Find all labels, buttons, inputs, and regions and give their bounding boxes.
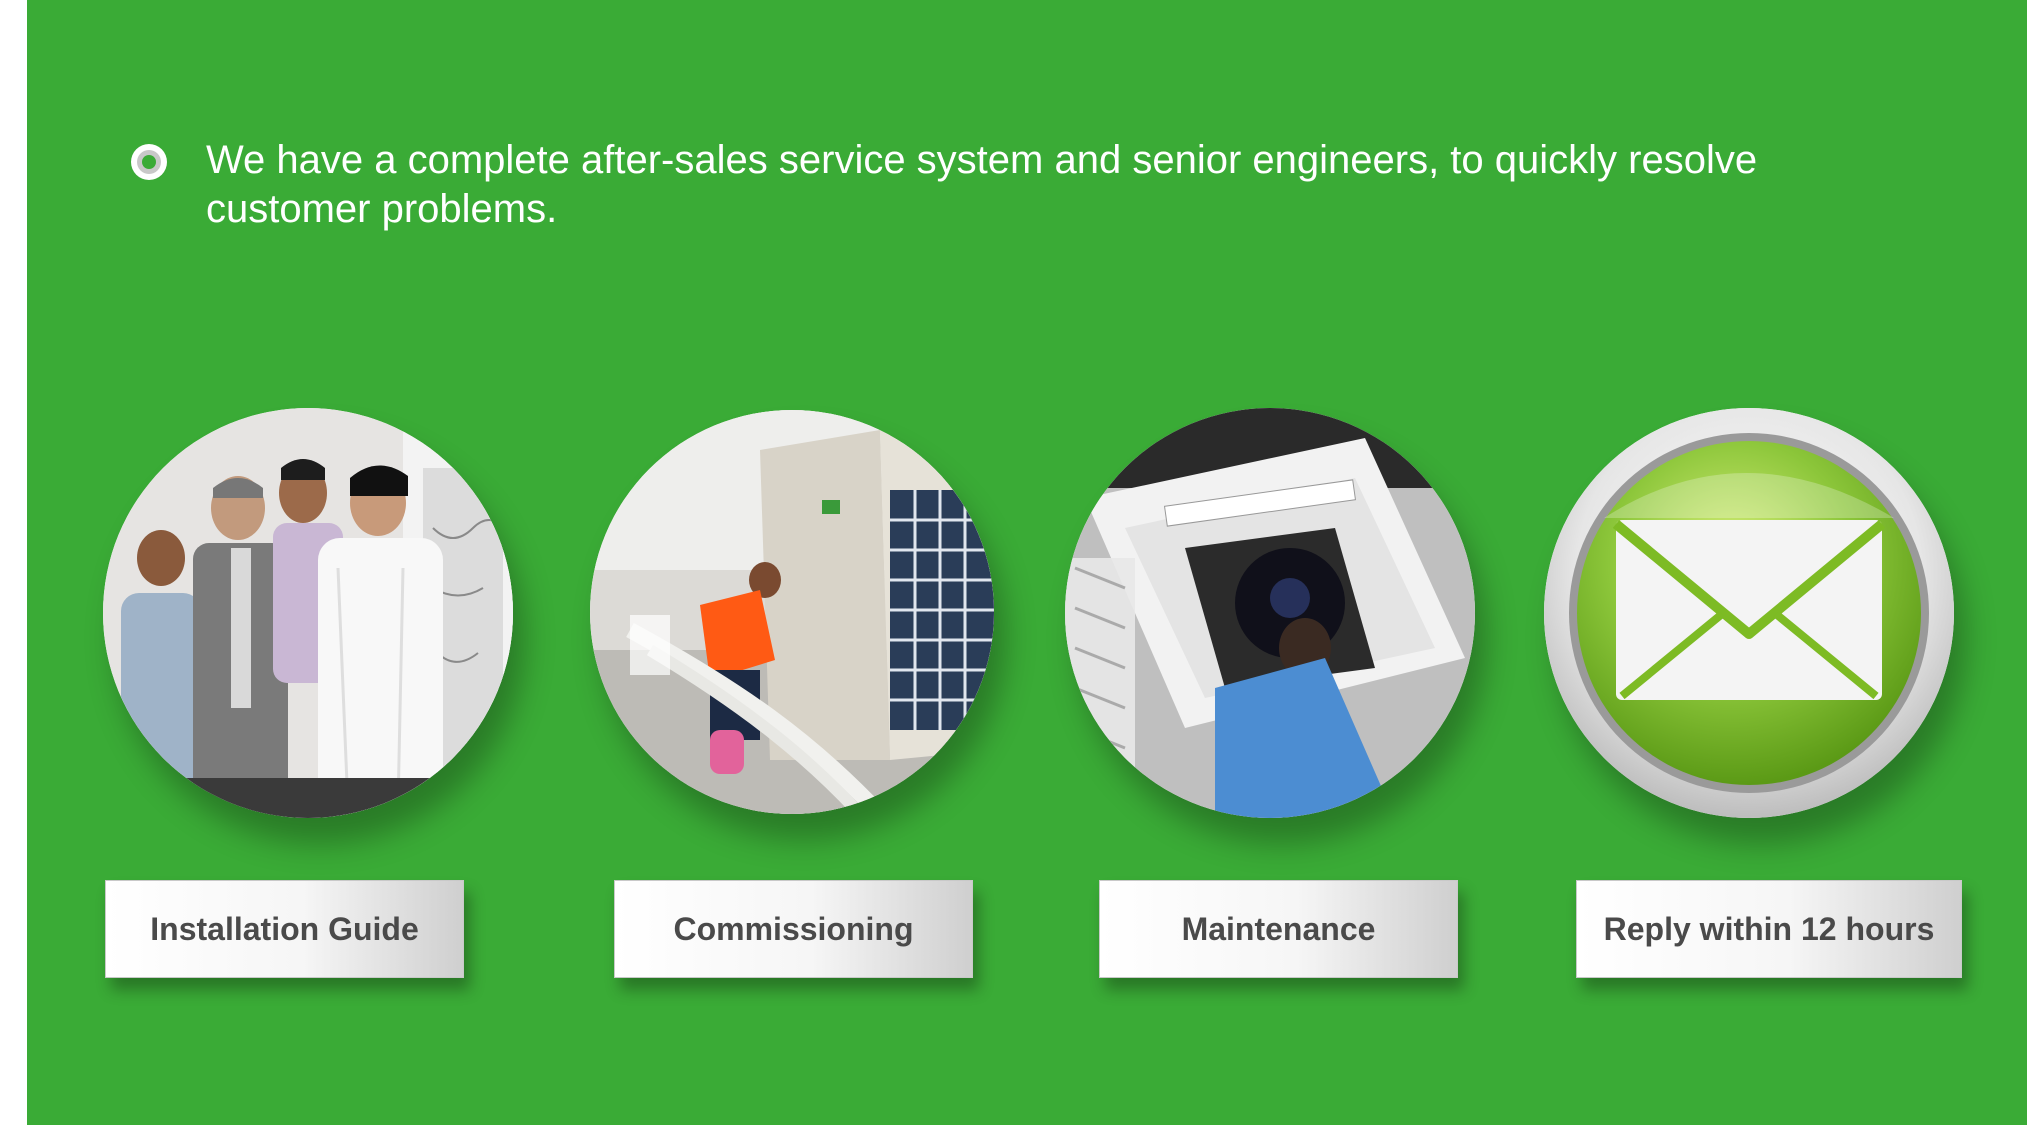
intro-text: We have a complete after-sales service s… <box>206 138 1758 231</box>
commissioning-button[interactable]: Commissioning <box>614 880 973 978</box>
maintenance-button[interactable]: Maintenance <box>1099 880 1458 978</box>
intro-bullet: We have a complete after-sales service s… <box>129 136 1929 234</box>
installation-guide-image <box>103 408 513 818</box>
maintenance-image <box>1065 408 1475 818</box>
mail-icon <box>1544 408 1954 818</box>
commissioning-image <box>590 410 994 814</box>
reply-within-12-hours-button[interactable]: Reply within 12 hours <box>1576 880 1962 978</box>
slide: We have a complete after-sales service s… <box>27 0 2027 1125</box>
bullet-ring-icon <box>131 144 167 180</box>
installation-guide-button[interactable]: Installation Guide <box>105 880 464 978</box>
